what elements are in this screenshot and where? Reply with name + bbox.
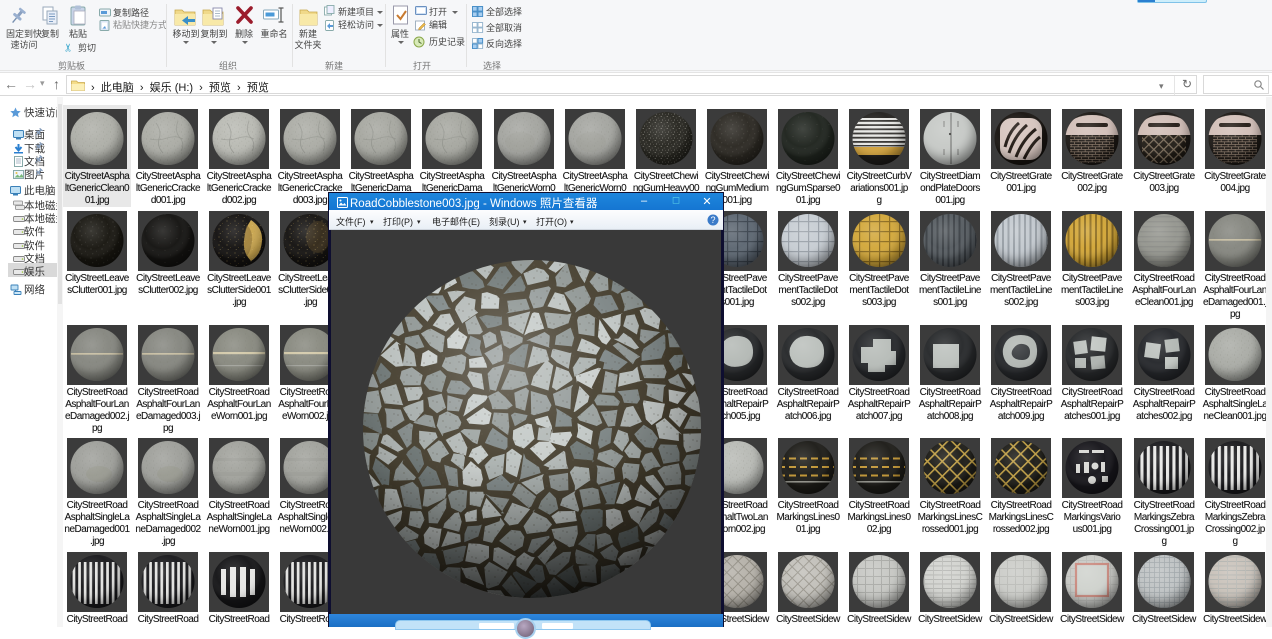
svg-text:?: ?: [710, 215, 715, 225]
